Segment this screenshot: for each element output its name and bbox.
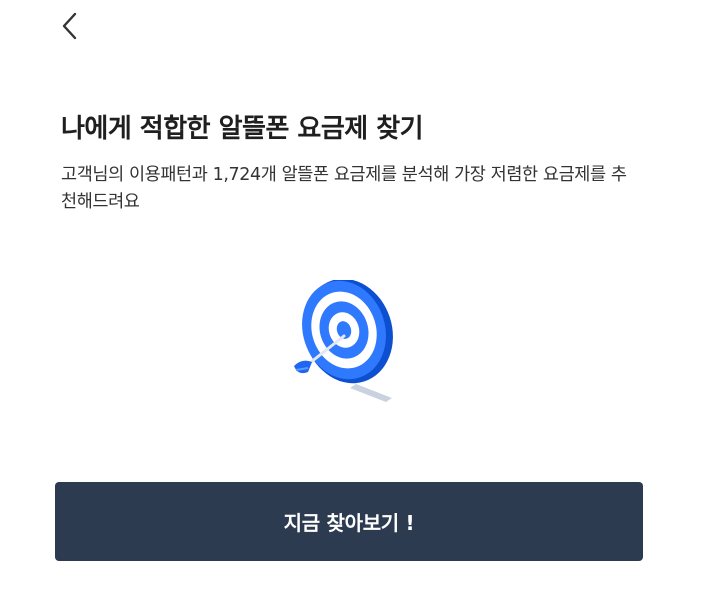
target-with-arrow-icon (294, 278, 393, 402)
page-title: 나에게 적합한 알뜰폰 요금제 찾기 (61, 114, 424, 144)
back-button[interactable] (52, 8, 88, 44)
target-illustration (286, 278, 416, 408)
find-now-button[interactable]: 지금 찾아보기 ! (55, 482, 643, 561)
chevron-left-icon (62, 12, 77, 40)
page-description: 고객님의 이용패턴과 1,724개 알뜰폰 요금제를 분석해 가장 저렴한 요금… (61, 165, 627, 212)
